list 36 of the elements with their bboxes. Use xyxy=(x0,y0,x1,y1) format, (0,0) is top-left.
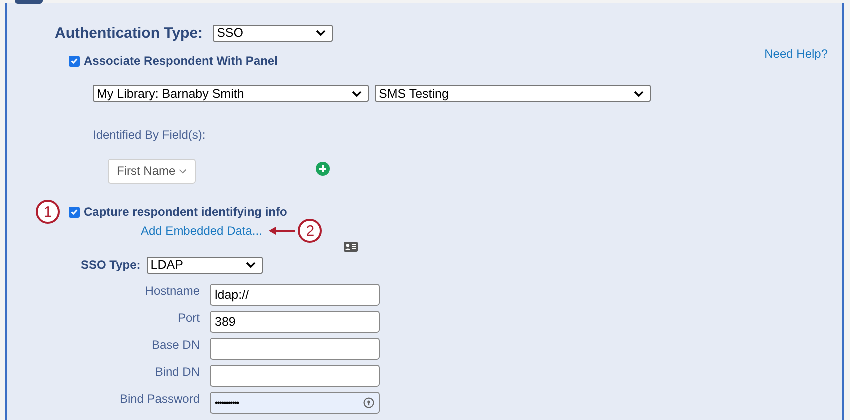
field-label: SSO Type: xyxy=(81,258,141,272)
checkbox-label: Associate Respondent With Panel xyxy=(84,54,278,68)
contact-card-icon[interactable] xyxy=(344,242,358,252)
field-label: Bind Password xyxy=(118,391,200,406)
chevron-icon xyxy=(352,90,362,96)
checkbox-label: Capture respondent identifying info xyxy=(84,205,288,219)
panel-dropdown[interactable]: My Library: Barnaby Smith xyxy=(93,85,369,102)
checkbox[interactable] xyxy=(69,206,80,218)
callout-arrow xyxy=(269,226,296,236)
field-label: Port xyxy=(176,310,200,325)
field-label: Bind DN xyxy=(154,364,200,379)
text-field[interactable]: 389 xyxy=(210,310,380,332)
chevron-icon xyxy=(316,30,326,36)
chevron-icon xyxy=(179,168,187,174)
sso-type-dropdown[interactable]: LDAP xyxy=(146,256,263,274)
panel-dropdown[interactable]: SMS Testing xyxy=(375,85,651,102)
callout-badge: 1 xyxy=(36,200,60,224)
authentication-type-dropdown[interactable]: SSO xyxy=(213,24,334,42)
field-label: Base DN xyxy=(150,337,200,352)
add-embedded-data-link[interactable]: Add Embedded Data... xyxy=(141,224,262,238)
tab-indicator xyxy=(15,0,43,4)
key-icon[interactable] xyxy=(363,396,375,408)
field-dropdown[interactable]: First Name xyxy=(108,158,196,184)
chevron-icon xyxy=(246,262,256,268)
callout-badge: 2 xyxy=(298,219,322,243)
checkbox[interactable] xyxy=(69,56,80,66)
password-field[interactable]: ••••••••••• xyxy=(210,392,380,414)
chevron-icon xyxy=(634,90,644,96)
field-label: Authentication Type: xyxy=(55,24,204,42)
text-field[interactable] xyxy=(210,338,380,360)
text-field[interactable]: ldap:// xyxy=(210,284,380,306)
field-label: Identified By Field(s): xyxy=(93,128,206,142)
text-field[interactable] xyxy=(210,364,380,386)
field-label: Hostname xyxy=(144,283,200,298)
help-link[interactable]: Need Help? xyxy=(764,47,828,61)
add-icon[interactable] xyxy=(316,162,330,176)
